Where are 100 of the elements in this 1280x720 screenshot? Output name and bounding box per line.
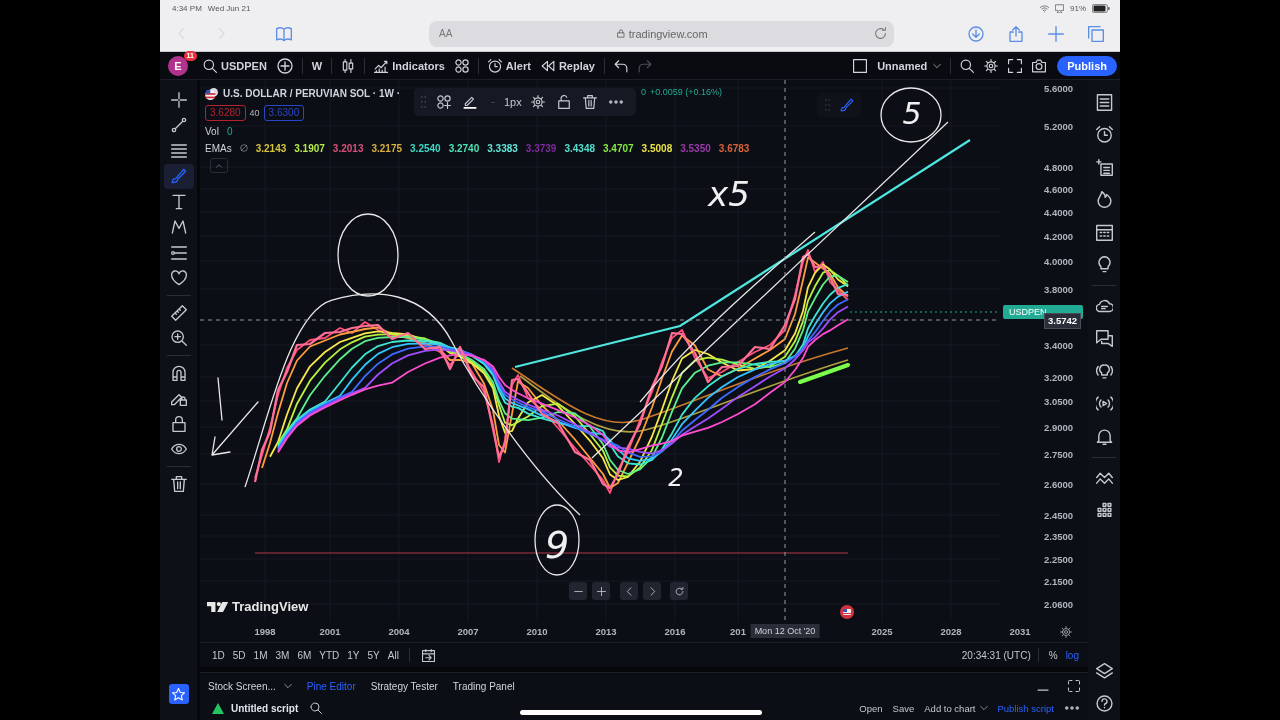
star-icon xyxy=(172,687,185,701)
range-button[interactable]: All xyxy=(384,646,402,664)
maximize-button[interactable] xyxy=(1066,678,1082,694)
scroll-right-button[interactable] xyxy=(643,582,661,600)
time-label: 2010 xyxy=(526,626,548,637)
freehand-circle[interactable] xyxy=(534,504,580,576)
price-label: 2.7500 xyxy=(1044,448,1074,460)
panel-tab[interactable]: Strategy Tester xyxy=(370,676,438,696)
indicator-value: 3.6783 xyxy=(718,142,750,154)
range-button[interactable]: YTD xyxy=(316,646,343,664)
range-button[interactable]: 1Y xyxy=(344,646,363,664)
settings-icon xyxy=(1060,626,1072,638)
wifi-icon xyxy=(1040,3,1049,13)
rewind-icon xyxy=(540,58,555,73)
freehand-arrow[interactable] xyxy=(211,377,259,456)
alert-button[interactable]: Alert xyxy=(482,54,536,77)
lock-icon xyxy=(616,29,625,38)
volume-value: 0 xyxy=(226,125,233,137)
panel-tab[interactable]: Trading Panel xyxy=(452,676,515,696)
list-icon xyxy=(1095,93,1113,111)
indicator-label: EMAs xyxy=(205,142,232,154)
more-icon xyxy=(1065,706,1079,710)
symbol-title: U.S. DOLLAR / PERUVIAN SOL · 1W · xyxy=(223,88,401,99)
lock-icon xyxy=(556,95,571,109)
back-icon xyxy=(175,26,187,41)
price-label: 4.0000 xyxy=(1044,255,1074,267)
script-action-button[interactable]: Open xyxy=(859,702,883,714)
chevron-right-icon xyxy=(647,586,657,596)
freehand-circle[interactable] xyxy=(337,213,399,297)
zoom-in-button[interactable] xyxy=(592,582,610,600)
reset-button[interactable] xyxy=(670,582,688,600)
url-text: tradingview.com xyxy=(628,27,708,40)
range-button[interactable]: 5Y xyxy=(364,646,383,664)
price-label: 3.2000 xyxy=(1044,371,1074,383)
range-button[interactable]: 5D xyxy=(229,646,249,664)
calendar-icon xyxy=(421,648,435,662)
symbol-search-button[interactable]: USDPEN xyxy=(198,54,272,77)
event-marker-icon[interactable] xyxy=(840,605,854,619)
time-label: 1998 xyxy=(254,626,276,637)
indicator-value: 3.5008 xyxy=(641,142,673,154)
panel-tab[interactable]: Pine Editor xyxy=(306,676,356,696)
layers-icon xyxy=(1095,662,1113,680)
script-action-button[interactable]: Publish script xyxy=(997,702,1054,714)
replay-button[interactable]: Replay xyxy=(535,54,600,77)
handwritten-label: 5 xyxy=(902,95,922,131)
line-width-button[interactable]: 1px xyxy=(483,90,525,114)
flag-icon xyxy=(205,87,219,100)
zoom-out-button[interactable] xyxy=(569,582,587,600)
magnet-icon xyxy=(170,364,187,381)
scroll-left-button[interactable] xyxy=(620,582,638,600)
search-button[interactable] xyxy=(308,700,325,716)
range-button[interactable]: 1D xyxy=(209,646,228,664)
minimize-icon xyxy=(1037,689,1049,691)
lightbulb-icon xyxy=(1095,256,1113,274)
favorite-tool-button[interactable] xyxy=(817,93,861,117)
script-action-button[interactable]: Save xyxy=(892,702,915,714)
add-list-icon xyxy=(1095,158,1113,176)
axis-settings-button[interactable] xyxy=(1060,626,1072,638)
time-label: 2016 xyxy=(664,626,686,637)
script-action-button[interactable]: Add to chart xyxy=(924,702,988,714)
time-label: 2025 xyxy=(871,626,893,637)
indicator-value: 3.2143 xyxy=(255,142,287,154)
brush-icon xyxy=(170,168,187,185)
layout-name-button[interactable]: Unnamed xyxy=(872,54,947,77)
favorites-button[interactable] xyxy=(168,684,189,704)
square-icon xyxy=(853,58,868,73)
screen-mirror-icon xyxy=(1055,3,1064,13)
range-button[interactable]: 3M xyxy=(272,646,293,664)
price-label: 4.8000 xyxy=(1044,161,1074,173)
zoom-in-icon xyxy=(170,330,187,347)
indicator-value: 3.4348 xyxy=(564,142,595,154)
settings-icon xyxy=(984,58,999,73)
address-field[interactable]: AA tradingview.com xyxy=(429,20,894,47)
template-icon xyxy=(437,95,451,109)
time-label: 2001 xyxy=(319,626,341,637)
scale-mode-button[interactable]: % xyxy=(1045,646,1061,664)
range-button[interactable]: 1M xyxy=(250,646,271,664)
publish-button[interactable]: Publish xyxy=(1057,55,1117,76)
caret-icon xyxy=(933,61,942,70)
zigzag-icon xyxy=(170,219,187,236)
scale-mode-button[interactable]: log xyxy=(1062,646,1082,664)
interval-button[interactable]: W xyxy=(306,54,328,77)
plus-icon xyxy=(1048,25,1064,42)
handwritten-label: 2 xyxy=(668,464,684,492)
range-button[interactable]: 6M xyxy=(294,646,315,664)
price-label: 2.0600 xyxy=(1044,598,1074,610)
settings-icon xyxy=(530,95,545,109)
avatar-button[interactable]: E xyxy=(168,55,188,76)
freehand-line[interactable] xyxy=(639,231,816,403)
trash-icon xyxy=(170,475,187,492)
freehand-circle[interactable] xyxy=(880,87,942,143)
book-icon xyxy=(276,25,292,42)
panel-tab[interactable]: Stock Screen... xyxy=(208,676,292,696)
freehand-curve[interactable] xyxy=(244,293,581,516)
script-name: Untitled script xyxy=(231,702,299,714)
price-label: 2.1500 xyxy=(1044,575,1074,587)
handwritten-label: 9 xyxy=(544,523,570,567)
status-time: 4:34 PM xyxy=(172,3,202,13)
indicators-button[interactable]: Indicators xyxy=(369,54,450,77)
chevron-up-icon xyxy=(215,162,223,169)
